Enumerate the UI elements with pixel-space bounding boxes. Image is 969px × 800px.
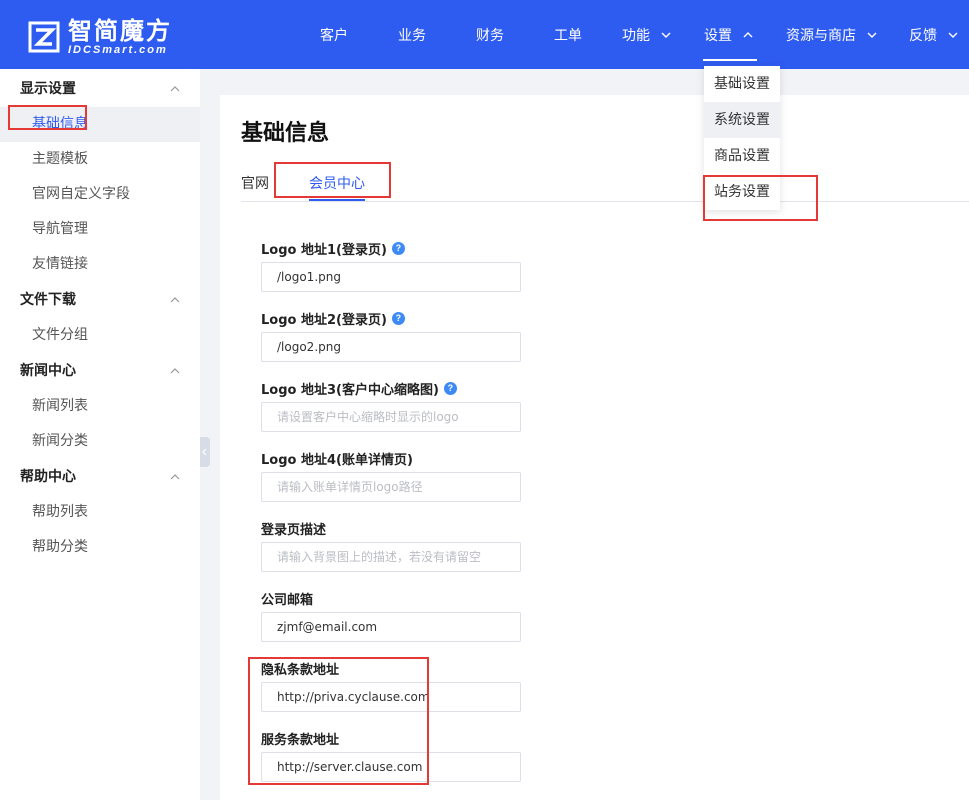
nav-resources-store[interactable]: 资源与商店 xyxy=(786,0,878,69)
login-desc-input[interactable] xyxy=(261,542,521,572)
logo3-label: Logo 地址3(客户中心缩略图) ? xyxy=(261,379,457,398)
logo1-input[interactable] xyxy=(261,262,521,292)
tab-bar: 官网 会员中心 xyxy=(241,173,969,202)
sidebar-collapse-handle[interactable] xyxy=(200,437,210,467)
sidebar-group-help[interactable]: 帮助中心 xyxy=(0,459,200,495)
sidebar-item-news-categories[interactable]: 新闻分类 xyxy=(0,424,200,459)
dropdown-item-system-settings[interactable]: 系统设置 xyxy=(704,102,780,138)
company-email-input[interactable] xyxy=(261,612,521,642)
chevron-up-icon xyxy=(170,368,180,374)
dropdown-item-product-settings[interactable]: 商品设置 xyxy=(704,138,780,174)
logo3-input[interactable] xyxy=(261,402,521,432)
page-title: 基础信息 xyxy=(241,121,330,146)
logo1-label: Logo 地址1(登录页) ? xyxy=(261,239,405,258)
logo-mark-icon xyxy=(26,19,62,55)
chevron-down-icon xyxy=(948,32,958,38)
logo4-label: Logo 地址4(账单详情页) xyxy=(261,453,413,468)
chevron-up-icon xyxy=(170,297,180,303)
sidebar-item-news-list[interactable]: 新闻列表 xyxy=(0,389,200,424)
nav-finance[interactable]: 财务 xyxy=(476,0,504,69)
company-email-label: 公司邮箱 xyxy=(261,593,314,608)
sidebar-item-links[interactable]: 友情链接 xyxy=(0,247,200,282)
brand-name-en: IDCSmart.com xyxy=(68,44,168,56)
nav-business[interactable]: 业务 xyxy=(398,0,426,69)
sidebar-item-custom-fields[interactable]: 官网自定义字段 xyxy=(0,177,200,212)
brand-logo[interactable]: 智简魔方 IDCSmart.com xyxy=(26,18,172,56)
privacy-url-input[interactable] xyxy=(261,682,521,712)
nav-customers[interactable]: 客户 xyxy=(320,0,348,69)
sidebar-item-help-categories[interactable]: 帮助分类 xyxy=(0,530,200,565)
chevron-down-icon xyxy=(867,32,877,38)
sidebar-group-downloads[interactable]: 文件下载 xyxy=(0,282,200,318)
logo2-label: Logo 地址2(登录页) ? xyxy=(261,309,405,328)
logo4-input[interactable] xyxy=(261,472,521,502)
top-header: 智简魔方 IDCSmart.com 客户 业务 财务 工单 功能 设置 资源与商… xyxy=(0,0,969,69)
nav-functions[interactable]: 功能 xyxy=(622,0,672,69)
help-icon[interactable]: ? xyxy=(391,312,405,325)
privacy-url-label: 隐私条款地址 xyxy=(261,663,340,678)
chevron-down-icon xyxy=(661,32,671,38)
chevron-left-icon xyxy=(202,448,207,456)
brand-name-cn: 智简魔方 xyxy=(68,17,172,45)
chevron-up-icon xyxy=(743,31,753,37)
sidebar-item-navigation[interactable]: 导航管理 xyxy=(0,212,200,247)
logo2-input[interactable] xyxy=(261,332,521,362)
nav-feedback[interactable]: 反馈 xyxy=(909,0,959,69)
nav-tickets[interactable]: 工单 xyxy=(554,0,582,69)
dropdown-item-basic-settings[interactable]: 基础设置 xyxy=(704,66,780,102)
sidebar-item-help-list[interactable]: 帮助列表 xyxy=(0,495,200,530)
service-url-label: 服务条款地址 xyxy=(261,733,340,748)
settings-dropdown: 基础设置 系统设置 商品设置 站务设置 xyxy=(704,66,780,210)
sidebar-group-display[interactable]: 显示设置 xyxy=(0,71,200,107)
login-desc-label: 登录页描述 xyxy=(261,523,327,538)
help-icon[interactable]: ? xyxy=(443,382,457,395)
nav-active-indicator xyxy=(703,59,757,61)
main-card: 基础信息 官网 会员中心 Logo 地址1(登录页) ? Logo 地址2(登录… xyxy=(220,95,969,800)
service-url-input[interactable] xyxy=(261,752,521,782)
sidebar: 显示设置 基础信息 主题模板 官网自定义字段 导航管理 友情链接 文件下载 文件… xyxy=(0,69,200,800)
help-icon[interactable]: ? xyxy=(391,242,405,255)
chevron-up-icon xyxy=(170,474,180,480)
sidebar-item-file-groups[interactable]: 文件分组 xyxy=(0,318,200,353)
sidebar-item-theme[interactable]: 主题模板 xyxy=(0,142,200,177)
dropdown-item-site-settings[interactable]: 站务设置 xyxy=(704,174,780,210)
tab-website[interactable]: 官网 xyxy=(241,173,269,193)
sidebar-item-basic-info[interactable]: 基础信息 xyxy=(0,107,200,142)
tab-active-indicator xyxy=(309,199,365,201)
sidebar-group-news[interactable]: 新闻中心 xyxy=(0,353,200,389)
chevron-up-icon xyxy=(170,86,180,92)
tab-member-center[interactable]: 会员中心 xyxy=(309,173,365,193)
